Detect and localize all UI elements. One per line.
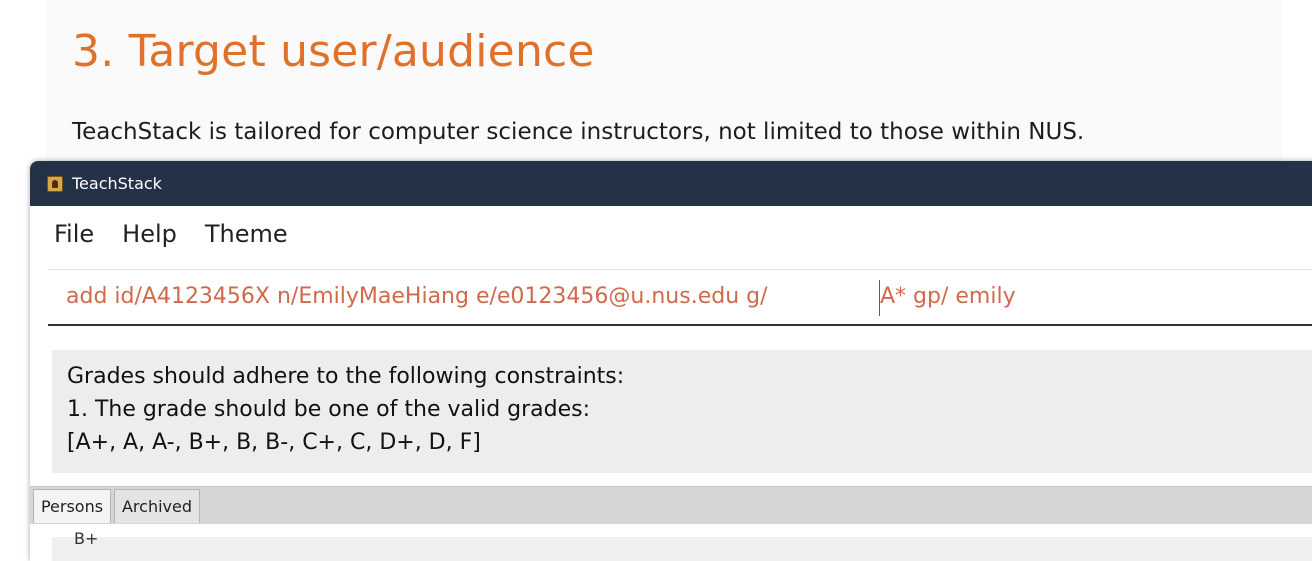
result-line: 1. The grade should be one of the valid … bbox=[67, 397, 591, 422]
command-text-after-cursor: A* gp/ emily bbox=[880, 284, 1016, 309]
list-item-grade: B+ bbox=[74, 529, 99, 548]
title-bar[interactable]: TeachStack bbox=[30, 161, 1312, 206]
tab-archived[interactable]: Archived bbox=[114, 489, 200, 523]
menu-theme[interactable]: Theme bbox=[205, 220, 288, 248]
command-input[interactable]: add id/A4123456X n/EmilyMaeHiang e/e0123… bbox=[48, 269, 1312, 326]
teachstack-window: TeachStack File Help Theme add id/A41234… bbox=[30, 161, 1312, 561]
menu-help[interactable]: Help bbox=[122, 220, 177, 248]
result-display: Grades should adhere to the following co… bbox=[52, 350, 1312, 473]
window-title: TeachStack bbox=[72, 174, 162, 193]
list-item[interactable]: B+ bbox=[52, 529, 1312, 561]
menu-file[interactable]: File bbox=[54, 220, 94, 248]
menu-bar: File Help Theme bbox=[30, 206, 1312, 261]
person-list: B+ bbox=[30, 524, 1312, 561]
document-heading: 3. Target user/audience bbox=[72, 26, 595, 77]
result-line: Grades should adhere to the following co… bbox=[67, 364, 625, 389]
document-paragraph: TeachStack is tailored for computer scie… bbox=[72, 119, 1085, 145]
tab-bar: Persons Archived bbox=[30, 486, 1312, 525]
command-text-before-cursor: add id/A4123456X n/EmilyMaeHiang e/e0123… bbox=[66, 284, 768, 309]
tab-persons[interactable]: Persons bbox=[33, 489, 111, 523]
result-line: [A+, A, A-, B+, B, B-, C+, C, D+, D, F] bbox=[67, 430, 481, 455]
app-icon bbox=[47, 175, 63, 192]
